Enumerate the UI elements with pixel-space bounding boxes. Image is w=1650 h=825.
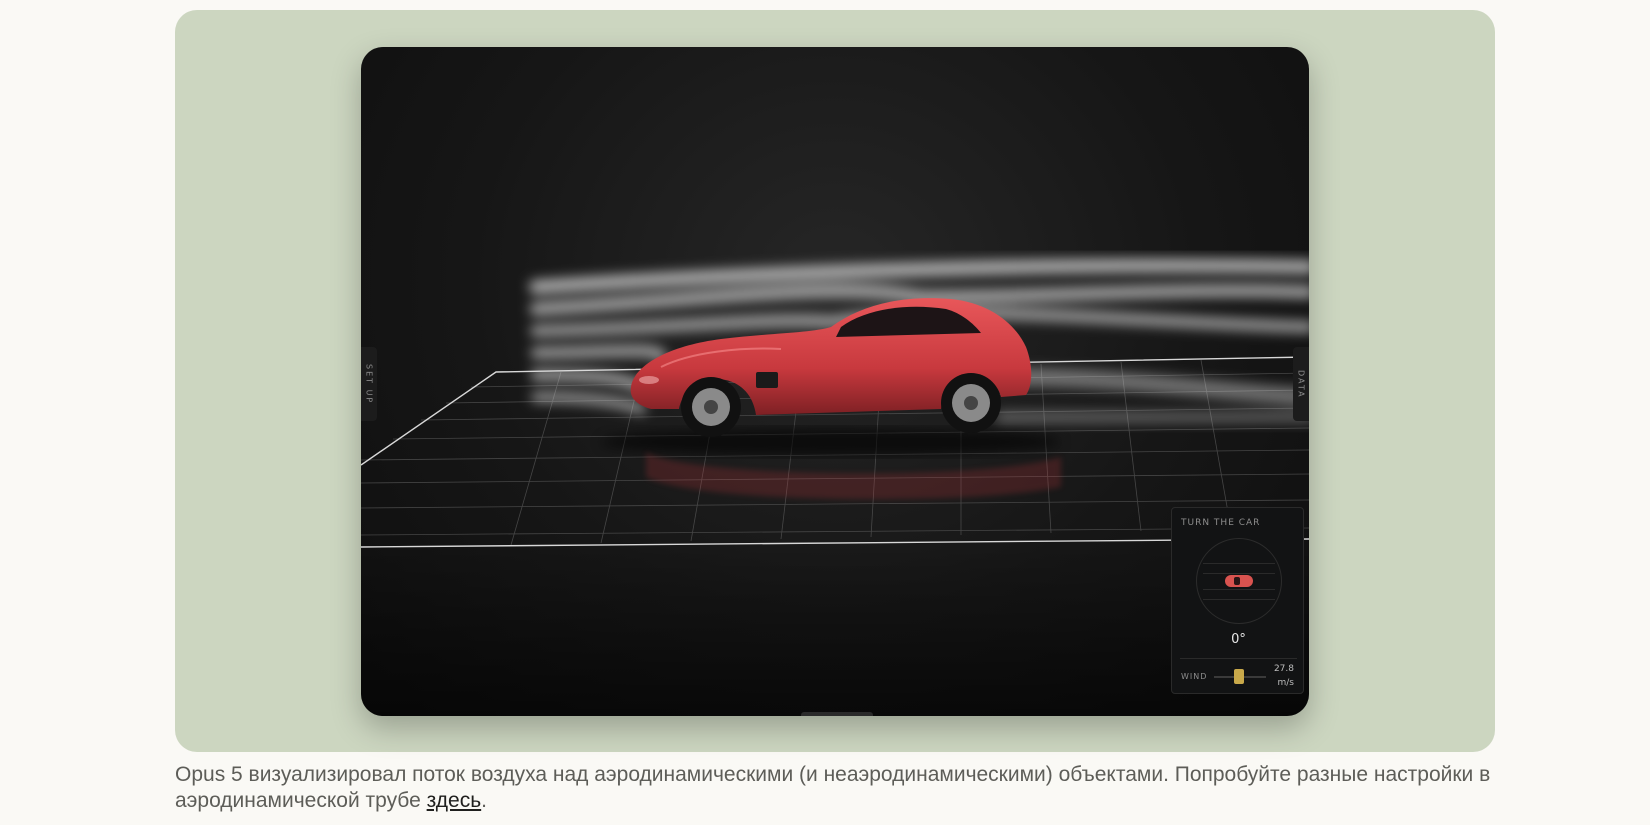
dial-line xyxy=(1203,589,1275,590)
dial-line xyxy=(1203,573,1275,574)
data-tab[interactable]: DATA xyxy=(1293,347,1309,421)
divider xyxy=(1180,658,1297,659)
setup-tab[interactable]: SET UP xyxy=(361,347,377,421)
car-reflection xyxy=(646,452,1061,500)
wind-tunnel-scene[interactable] xyxy=(361,47,1309,716)
rear-wheel xyxy=(941,373,1001,433)
rotation-dial[interactable] xyxy=(1196,538,1282,624)
wind-label: WIND xyxy=(1181,672,1208,681)
front-wheel xyxy=(681,377,741,437)
dial-line xyxy=(1203,599,1275,600)
wind-value: 27.8 xyxy=(1273,664,1294,674)
caption-end: . xyxy=(481,789,488,812)
caption: Opus 5 визуализировал поток воздуха над … xyxy=(175,762,1495,814)
setup-tab-label: SET UP xyxy=(364,363,374,405)
wind-slider-thumb[interactable] xyxy=(1234,669,1244,684)
dial-line xyxy=(1203,563,1275,564)
angle-readout: 0° xyxy=(1231,632,1246,647)
caption-link[interactable]: здесь xyxy=(427,789,482,812)
data-tab-label: DATA xyxy=(1296,369,1306,399)
turn-car-panel: TURN THE CAR 0° WIND 27.8 m/s xyxy=(1171,507,1304,694)
car-icon[interactable] xyxy=(1225,575,1253,587)
caption-text: Opus 5 визуализировал поток воздуха над … xyxy=(175,763,1491,812)
wind-unit: m/s xyxy=(1277,678,1295,688)
bottom-drawer-handle[interactable] xyxy=(801,712,873,716)
wind-tunnel-viewport[interactable]: SET UP DATA TURN THE CAR 0° WIND 27.8 m/… xyxy=(361,47,1309,716)
panel-title: TURN THE CAR xyxy=(1181,518,1261,528)
